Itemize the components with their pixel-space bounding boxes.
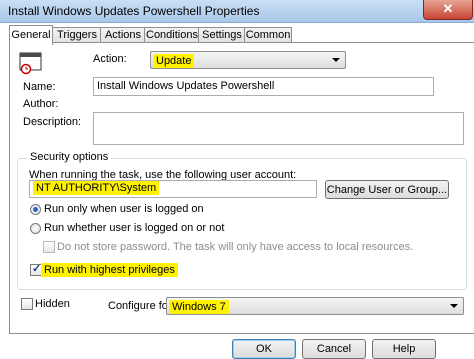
configure-for-label: Configure for: — [108, 300, 175, 312]
window-title: Install Windows Updates Powershell Prope… — [8, 4, 260, 18]
tab-conditions[interactable]: Conditions — [144, 27, 200, 43]
tab-general[interactable]: General — [9, 25, 53, 45]
close-button[interactable]: ✕ — [423, 0, 473, 20]
task-icon — [19, 52, 42, 75]
author-label: Author: — [23, 98, 59, 110]
hidden-checkbox[interactable] — [21, 298, 33, 310]
configure-for-dropdown[interactable]: Windows 7 — [166, 297, 464, 315]
run-whether-logged-on-radio[interactable] — [30, 223, 41, 234]
user-account-field: NT AUTHORITY\System — [29, 180, 317, 198]
chevron-down-icon — [450, 304, 458, 308]
run-only-logged-on-label: Run only when user is logged on — [44, 203, 204, 215]
ok-button[interactable]: OK — [232, 339, 296, 359]
no-store-password-label: Do not store password. The task will onl… — [57, 241, 414, 253]
description-field[interactable] — [93, 112, 464, 145]
cancel-button[interactable]: Cancel — [302, 339, 366, 359]
tab-triggers[interactable]: Triggers — [52, 27, 102, 43]
name-field[interactable]: Install Windows Updates Powershell — [93, 77, 434, 96]
configure-for-value: Windows 7 — [169, 300, 229, 314]
action-value: Update — [153, 54, 195, 68]
close-icon: ✕ — [442, 1, 454, 16]
hidden-label: Hidden — [35, 298, 70, 310]
chevron-down-icon — [332, 58, 340, 62]
action-dropdown[interactable]: Update — [150, 51, 346, 69]
no-store-password-checkbox — [43, 241, 55, 253]
tab-actions[interactable]: Actions — [100, 27, 146, 43]
highest-privileges-label: Run with highest privileges — [41, 263, 178, 277]
change-user-button[interactable]: Change User or Group... — [325, 180, 449, 199]
description-label: Description: — [23, 116, 82, 128]
security-options-label: Security options — [27, 151, 112, 163]
run-only-logged-on-radio[interactable] — [30, 204, 41, 215]
title-bar: Install Windows Updates Powershell Prope… — [0, 0, 474, 23]
run-whether-logged-on-label: Run whether user is logged on or not — [44, 222, 225, 234]
help-button[interactable]: Help — [372, 339, 436, 359]
tab-common[interactable]: Common — [244, 27, 292, 43]
tab-settings[interactable]: Settings — [198, 27, 246, 43]
name-label: Name: — [23, 81, 56, 93]
action-label: Action: — [93, 53, 127, 65]
user-account-value: NT AUTHORITY\System — [33, 181, 160, 195]
